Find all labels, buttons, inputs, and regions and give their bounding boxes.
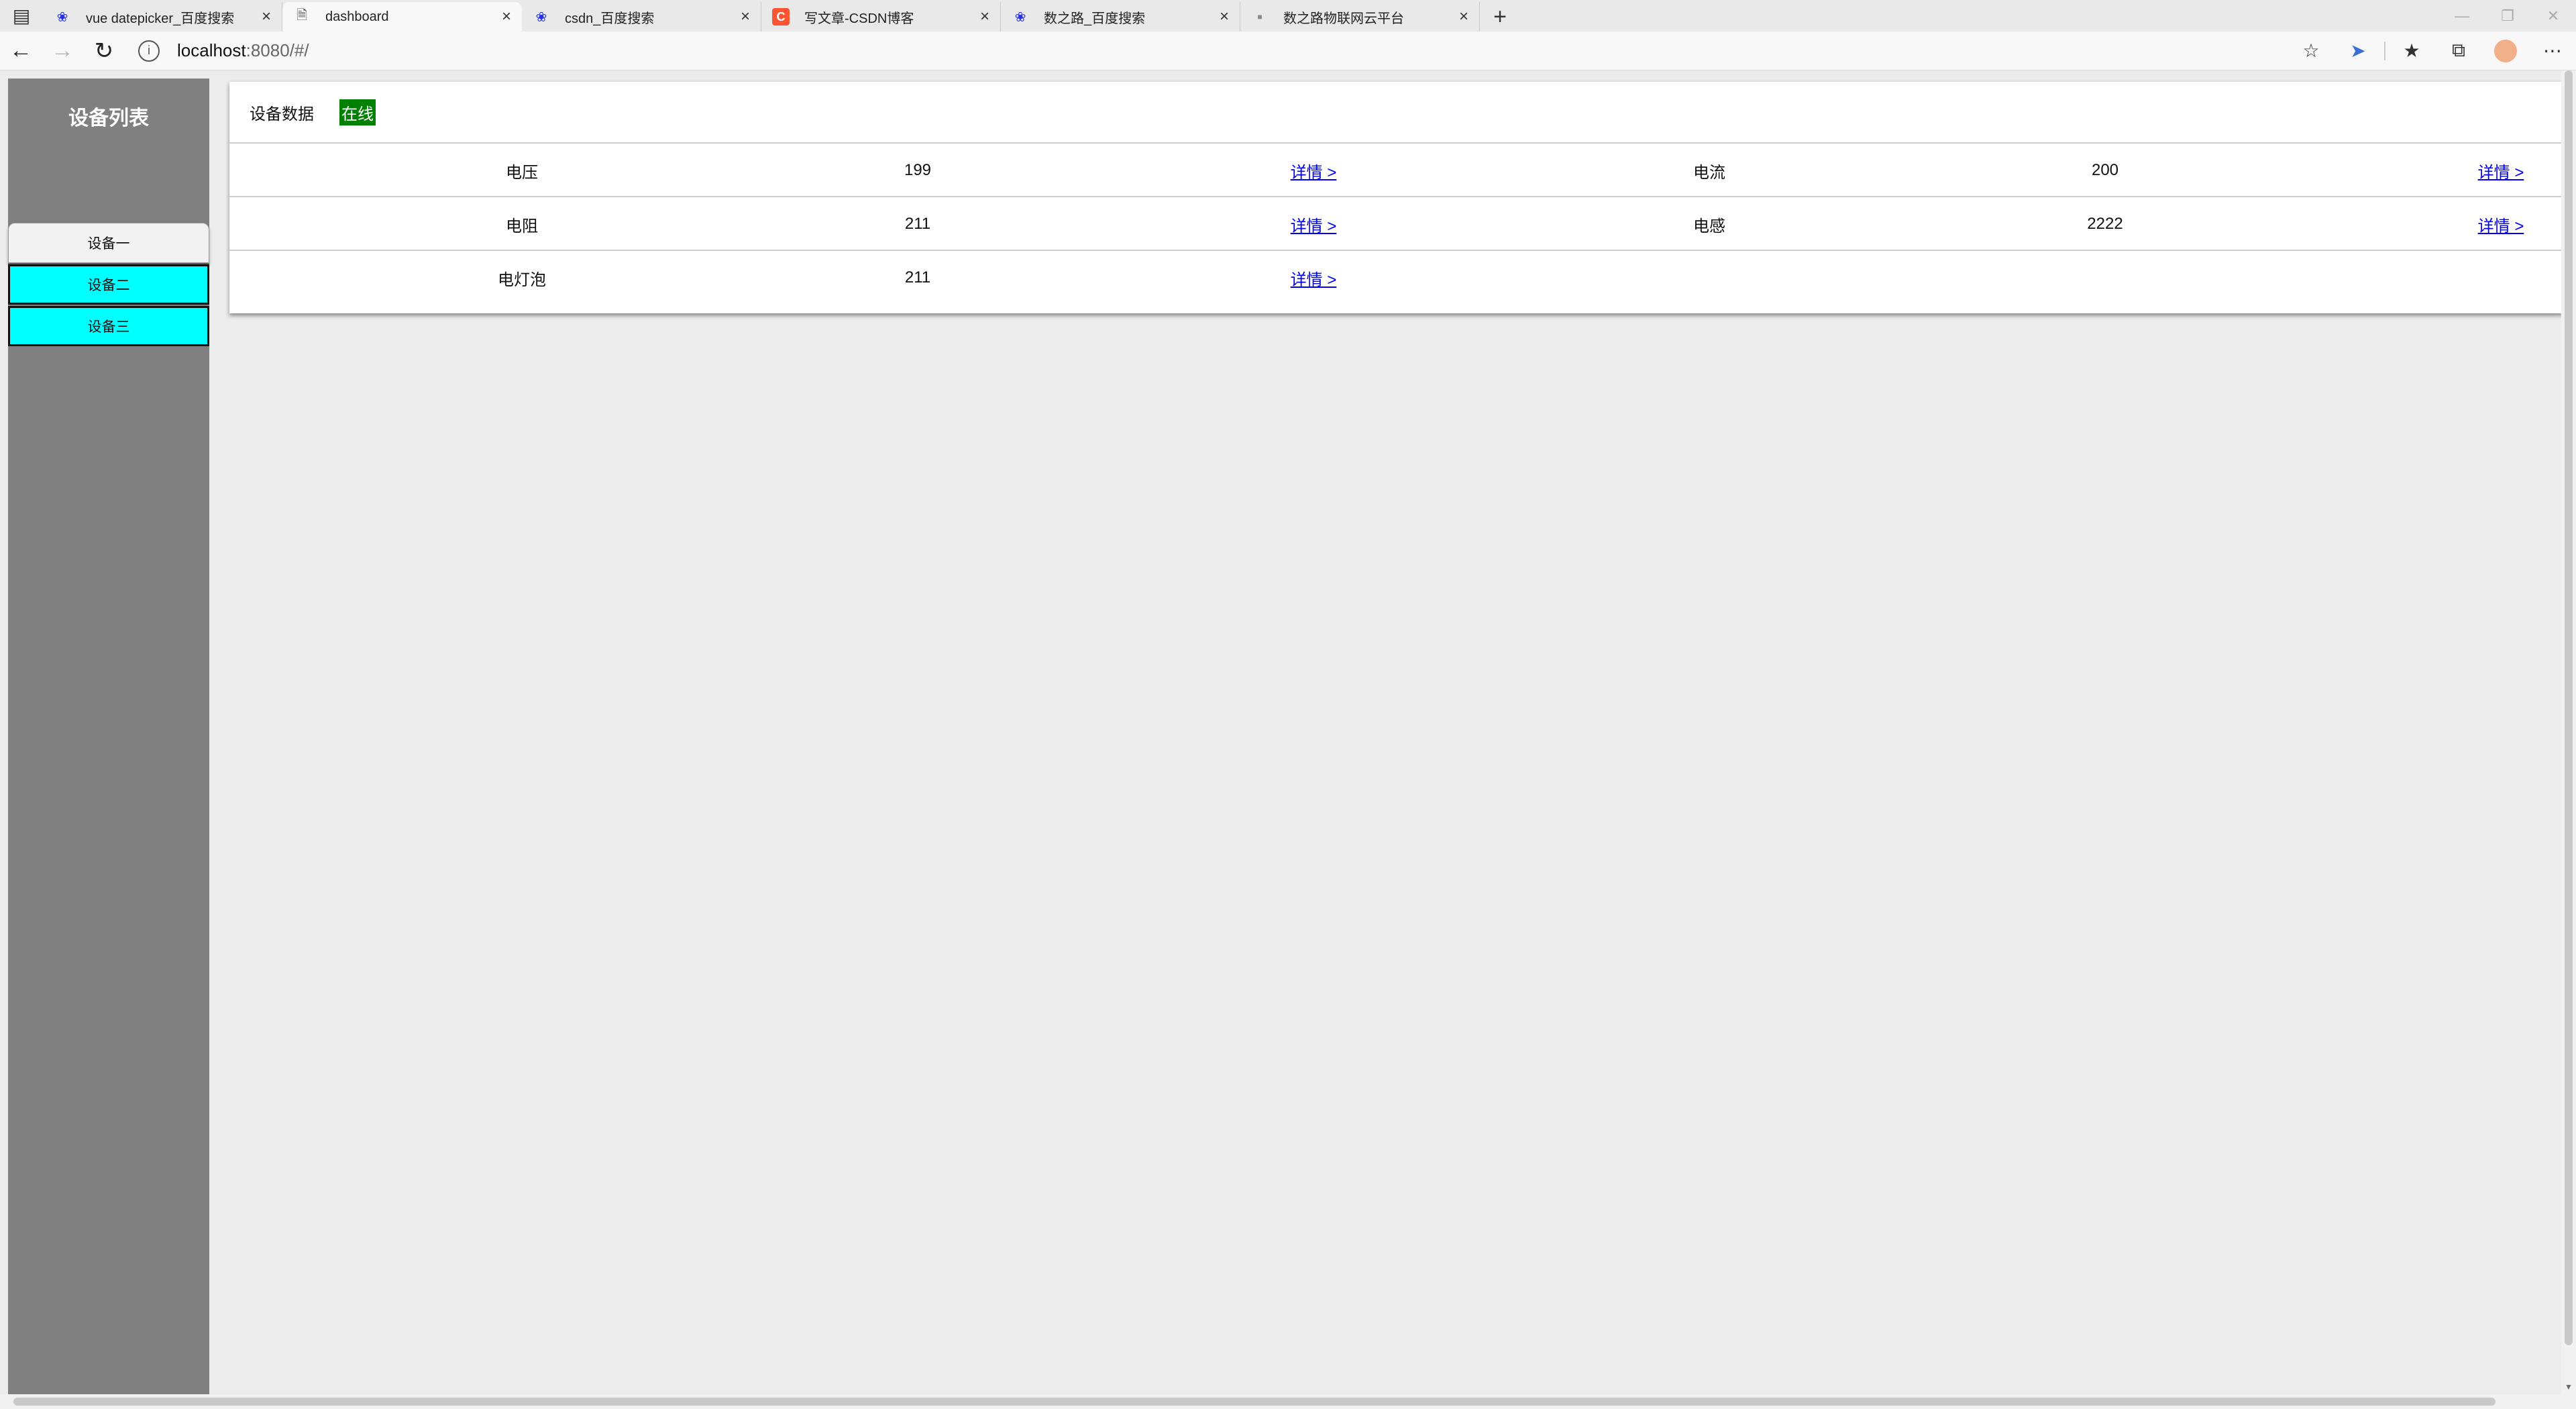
back-icon[interactable]: ← xyxy=(0,32,42,70)
tab-title: 数之路物联网云平台 xyxy=(1283,11,1404,26)
reload-icon[interactable]: ↻ xyxy=(83,32,125,70)
profile-avatar[interactable] xyxy=(2494,39,2517,62)
new-tab-icon[interactable]: + xyxy=(1480,2,1520,32)
metric-value: 200 xyxy=(2091,161,2119,179)
tab-title: 数之路_百度搜索 xyxy=(1044,11,1146,26)
window-controls: — ❐ ✕ xyxy=(2439,0,2576,32)
minimize-icon[interactable]: — xyxy=(2439,0,2485,32)
metric-value: 211 xyxy=(904,215,931,233)
page-viewport: 设备列表 设备一 设备二 设备三 设备数据 在线 电压 199 详情 > 电流 … xyxy=(0,70,2576,1409)
sidebar-title: 设备列表 xyxy=(68,107,149,129)
status-badge: 在线 xyxy=(339,99,376,125)
tab-title: csdn_百度搜索 xyxy=(565,11,655,26)
close-tab-icon[interactable]: × xyxy=(262,7,271,26)
close-tab-icon[interactable]: × xyxy=(980,7,989,26)
tab-title: vue datepicker_百度搜索 xyxy=(86,11,235,26)
metric-value: 211 xyxy=(904,268,931,286)
add-favorite-icon[interactable]: ☆ xyxy=(2288,32,2334,70)
address-bar[interactable]: i localhost:8080/#/ xyxy=(133,36,2288,66)
metric-name: 电阻 xyxy=(506,217,538,236)
device-list: 设备一 设备二 设备三 xyxy=(8,223,209,348)
metric-name: 电压 xyxy=(506,163,538,182)
forward-icon[interactable]: → xyxy=(42,32,83,70)
close-window-icon[interactable]: ✕ xyxy=(2530,0,2576,32)
horizontal-scrollbar[interactable] xyxy=(0,1394,2576,1409)
metric-value: 2222 xyxy=(2087,215,2123,233)
collections-icon[interactable]: ⧉ xyxy=(2435,32,2482,70)
vertical-scrollbar[interactable]: ▲ ▼ xyxy=(2561,70,2576,1396)
more-menu-icon[interactable]: ⋯ xyxy=(2529,32,2576,70)
vertical-scroll-thumb[interactable] xyxy=(2565,70,2573,1345)
metric-value: 199 xyxy=(904,161,932,179)
details-link[interactable]: 详情 > xyxy=(1179,251,1448,305)
tab-actions-icon[interactable]: ▤ xyxy=(0,0,43,32)
close-tab-icon[interactable]: × xyxy=(741,7,750,26)
browser-tab[interactable]: ■ 数之路物联网云平台 × xyxy=(1240,2,1480,32)
baidu-paw-icon: ❀ xyxy=(1014,9,1026,25)
data-row: 电阻 211 详情 > 电感 2222 详情 > xyxy=(229,197,2563,251)
csdn-icon: C xyxy=(772,8,790,25)
device-item[interactable]: 设备一 xyxy=(8,223,209,263)
browser-tab-strip: ▤ ❀ vue datepicker_百度搜索 × 🗎 dashboard × … xyxy=(0,0,2576,32)
site-info-icon[interactable]: i xyxy=(138,40,160,62)
browser-tab-active[interactable]: 🗎 dashboard × xyxy=(282,2,522,32)
card-header: 设备数据 在线 xyxy=(229,82,2563,144)
device-data-card: 设备数据 在线 电压 199 详情 > 电流 200 详情 > 电阻 211 详… xyxy=(229,82,2563,313)
device-item[interactable]: 设备三 xyxy=(8,306,209,346)
details-link[interactable]: 详情 > xyxy=(1179,197,1448,251)
browser-tab[interactable]: ❀ vue datepicker_百度搜索 × xyxy=(43,2,282,32)
device-sidebar: 设备列表 设备一 设备二 设备三 xyxy=(8,79,209,1396)
details-link[interactable]: 详情 > xyxy=(2367,197,2576,251)
extension-icon[interactable]: ➤ xyxy=(2334,32,2381,70)
browser-tab[interactable]: ❀ 数之路_百度搜索 × xyxy=(1001,2,1240,32)
iot-icon: ■ xyxy=(1257,12,1263,21)
tab-title: dashboard xyxy=(325,9,389,24)
close-tab-icon[interactable]: × xyxy=(1459,7,1468,26)
details-link[interactable]: 详情 > xyxy=(2367,144,2576,197)
browser-toolbar: ← → ↻ i localhost:8080/#/ ☆ ➤ ★ ⧉ ⋯ xyxy=(0,32,2576,70)
toolbar-divider xyxy=(2384,41,2385,60)
address-path: :8080/#/ xyxy=(246,40,309,60)
scroll-down-icon[interactable]: ▼ xyxy=(2561,1382,2576,1396)
metric-name: 电感 xyxy=(1693,217,1725,236)
tab-title: 写文章-CSDN博客 xyxy=(804,11,914,26)
close-tab-icon[interactable]: × xyxy=(502,7,511,26)
baidu-paw-icon: ❀ xyxy=(535,9,547,25)
card-title: 设备数据 xyxy=(250,105,314,123)
metric-name: 电灯泡 xyxy=(498,270,546,289)
restore-icon[interactable]: ❐ xyxy=(2485,0,2530,32)
browser-tab[interactable]: C 写文章-CSDN博客 × xyxy=(761,2,1001,32)
address-host: localhost xyxy=(177,40,246,60)
metric-name: 电流 xyxy=(1693,163,1725,182)
horizontal-scroll-thumb[interactable] xyxy=(13,1398,2496,1406)
page-icon: 🗎 xyxy=(296,8,308,23)
details-link[interactable]: 详情 > xyxy=(1179,144,1448,197)
data-row: 电灯泡 211 详情 > xyxy=(229,251,2563,305)
device-item[interactable]: 设备二 xyxy=(8,264,209,305)
close-tab-icon[interactable]: × xyxy=(1220,7,1229,26)
browser-tab[interactable]: ❀ csdn_百度搜索 × xyxy=(522,2,761,32)
favorites-icon[interactable]: ★ xyxy=(2388,32,2435,70)
data-row: 电压 199 详情 > 电流 200 详情 > xyxy=(229,144,2563,197)
baidu-paw-icon: ❀ xyxy=(56,9,68,25)
